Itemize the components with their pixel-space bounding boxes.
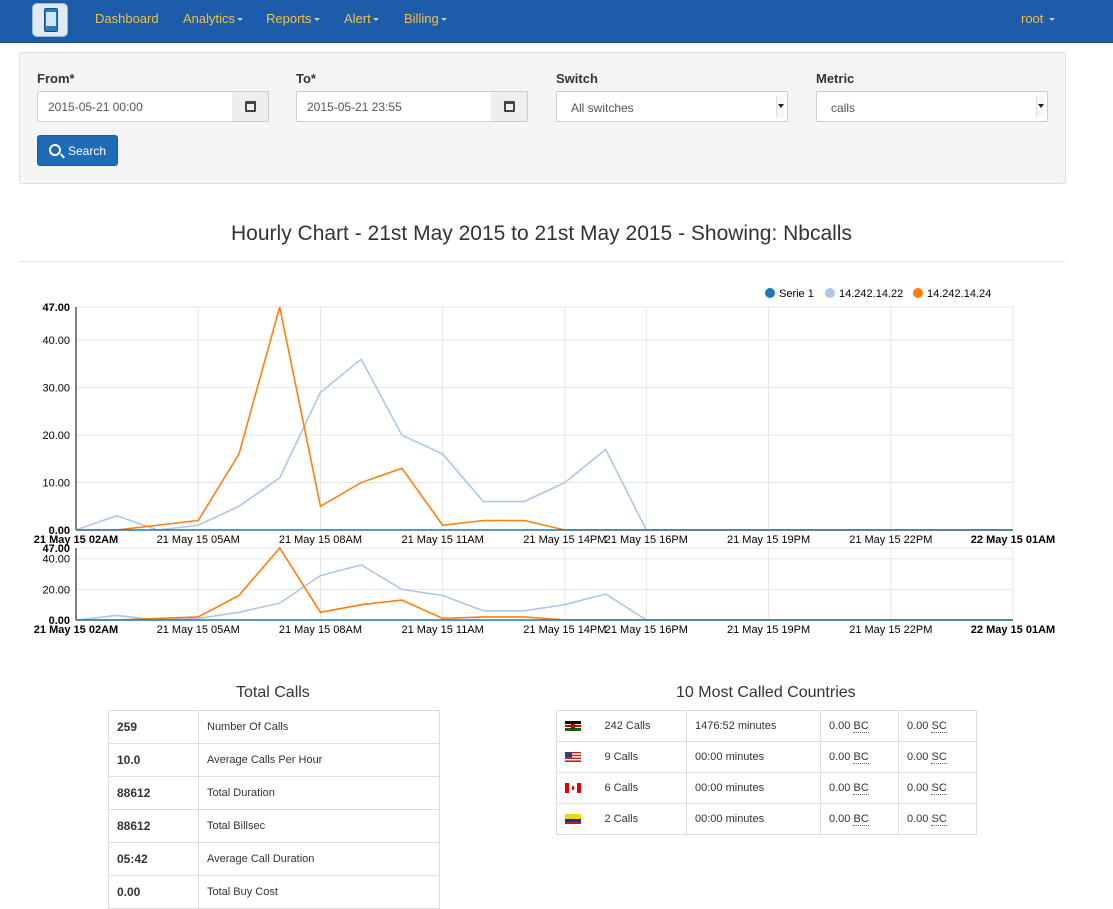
table-row: 88612 Total Billsec <box>108 809 440 843</box>
sc-abbr: SC <box>931 813 947 826</box>
x-tick-label: 22 May 15 01AM <box>971 534 1055 546</box>
calls-cell: 2 Calls <box>596 803 687 835</box>
y-tick-label: 20.00 <box>42 584 70 596</box>
flag-cell <box>556 741 597 773</box>
minutes-cell: 00:00 minutes <box>686 803 821 835</box>
stat-label: Total Duration <box>198 776 440 810</box>
table-row: 6 Calls 00:00 minutes 0.00 BC 0.00 SC <box>556 772 977 804</box>
stat-label: Average Calls Per Hour <box>198 743 440 777</box>
sc-abbr: SC <box>931 782 947 795</box>
legend-marker <box>913 288 923 298</box>
stat-label: Average Call Duration <box>198 842 440 876</box>
legend-label: 14.242.14.24 <box>927 288 991 300</box>
legend-label: 14.242.14.22 <box>839 288 903 300</box>
minutes-cell: 1476:52 minutes <box>686 710 821 742</box>
stat-label: Total Buy Cost <box>198 875 440 909</box>
legend-marker <box>765 288 775 298</box>
sc-abbr: SC <box>931 720 947 733</box>
bc-abbr: BC <box>853 782 869 795</box>
sell-cost-cell: 0.00 SC <box>898 710 977 742</box>
usa-flag-icon <box>565 751 581 763</box>
stat-value: 88612 <box>108 809 199 843</box>
canada-flag-icon <box>565 782 581 794</box>
series-line-2 <box>75 357 1013 531</box>
bc-abbr: BC <box>853 751 869 764</box>
x-tick-label: 21 May 15 11AM <box>401 534 483 546</box>
y-tick-label: 47.00 <box>42 543 70 555</box>
flag-cell <box>556 772 597 804</box>
x-tick-label: 21 May 15 22PM <box>849 624 932 636</box>
sell-cost-cell: 0.00 SC <box>898 772 977 804</box>
buy-cost-cell: 0.00 BC <box>820 741 899 773</box>
table-row: 10.0 Average Calls Per Hour <box>108 743 440 777</box>
x-tick-label: 21 May 15 16PM <box>605 534 688 546</box>
x-tick-label: 21 May 15 08AM <box>279 534 362 546</box>
kenya-flag-icon <box>565 720 581 732</box>
stat-label: Number Of Calls <box>198 710 440 744</box>
minutes-cell: 00:00 minutes <box>686 741 821 773</box>
y-tick-label: 47.00 <box>42 302 70 314</box>
table-row: 242 Calls 1476:52 minutes 0.00 BC 0.00 SC <box>556 710 977 742</box>
buy-cost-cell: 0.00 BC <box>820 772 899 804</box>
stat-value: 259 <box>108 710 199 744</box>
countries-table: 242 Calls 1476:52 minutes 0.00 BC 0.00 SC 9 … <box>556 710 977 835</box>
x-tick-label: 21 May 15 22PM <box>849 534 932 546</box>
calls-cell: 9 Calls <box>596 741 687 773</box>
x-tick-label: 21 May 15 14PM <box>523 534 606 546</box>
y-tick-label: 20.00 <box>42 430 70 442</box>
colombia-flag-icon <box>565 813 581 825</box>
total-calls-table: 259 Number Of Calls 10.0 Average Calls Per … <box>108 710 440 909</box>
table-row: 9 Calls 00:00 minutes 0.00 BC 0.00 SC <box>556 741 977 773</box>
total-calls-title: Total Calls <box>236 684 310 701</box>
y-tick-label: 40.00 <box>42 554 70 566</box>
sell-cost-cell: 0.00 SC <box>898 803 977 835</box>
countries-title: 10 Most Called Countries <box>676 684 856 701</box>
x-tick-label: 21 May 15 19PM <box>727 534 810 546</box>
bc-abbr: BC <box>853 720 869 733</box>
table-row: 2 Calls 00:00 minutes 0.00 BC 0.00 SC <box>556 803 977 835</box>
series-line-2 <box>75 563 1013 621</box>
stat-label: Total Billsec <box>198 809 440 843</box>
x-tick-label: 21 May 15 05AM <box>157 624 240 636</box>
bc-abbr: BC <box>853 813 869 826</box>
stat-value: 10.0 <box>108 743 199 777</box>
flag-cell <box>556 803 597 835</box>
table-row: 05:42 Average Call Duration <box>108 842 440 876</box>
x-tick-label: 21 May 15 05AM <box>157 534 240 546</box>
calls-cell: 6 Calls <box>596 772 687 804</box>
x-tick-label: 21 May 15 19PM <box>727 624 810 636</box>
x-tick-label: 22 May 15 01AM <box>971 624 1055 636</box>
minutes-cell: 00:00 minutes <box>686 772 821 804</box>
x-tick-label: 21 May 15 02AM <box>34 624 118 636</box>
calls-cell: 242 Calls <box>596 710 687 742</box>
x-tick-label: 21 May 15 14PM <box>523 624 606 636</box>
y-tick-label: 30.00 <box>42 383 70 395</box>
y-tick-label: 40.00 <box>42 335 70 347</box>
table-row: 259 Number Of Calls <box>108 710 440 744</box>
stat-value: 05:42 <box>108 842 199 876</box>
sell-cost-cell: 0.00 SC <box>898 741 977 773</box>
stat-value: 0.00 <box>108 875 199 909</box>
stat-value: 88612 <box>108 776 199 810</box>
legend-label: Serie 1 <box>779 288 814 300</box>
x-tick-label: 21 May 15 16PM <box>605 624 688 636</box>
buy-cost-cell: 0.00 BC <box>820 710 899 742</box>
buy-cost-cell: 0.00 BC <box>820 803 899 835</box>
table-row: 88612 Total Duration <box>108 776 440 810</box>
sc-abbr: SC <box>931 751 947 764</box>
x-tick-label: 21 May 15 08AM <box>279 624 362 636</box>
table-row: 0.00 Total Buy Cost <box>108 875 440 909</box>
legend-marker <box>825 288 835 298</box>
flag-cell <box>556 710 597 742</box>
x-tick-label: 21 May 15 11AM <box>401 624 483 636</box>
y-tick-label: 10.00 <box>42 478 70 490</box>
